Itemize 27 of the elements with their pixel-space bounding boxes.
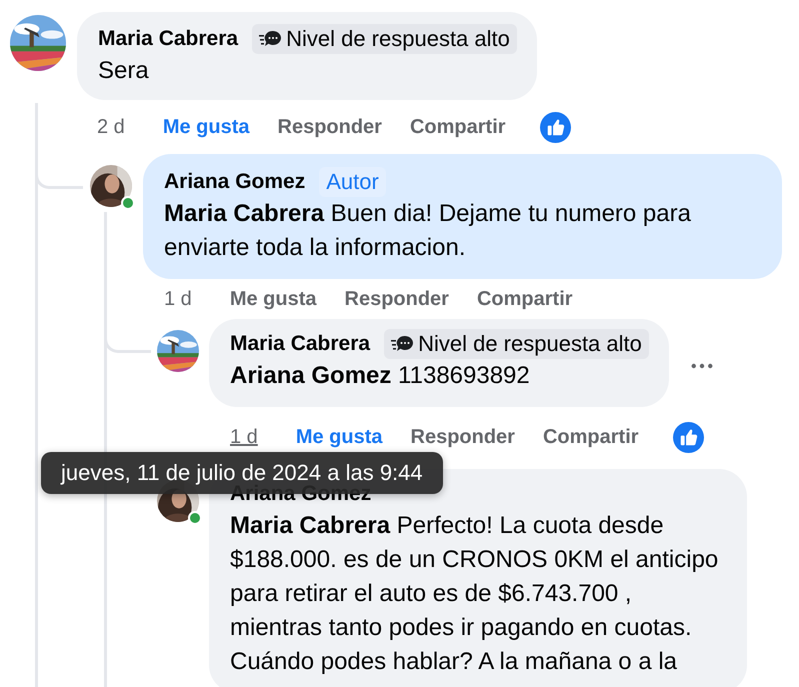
comment-text: Sera <box>98 56 150 86</box>
comment-text: Maria Cabrera Buen dia! Dejame tu numero para enviarte toda la informacion. <box>164 199 692 263</box>
like-link[interactable]: Me gusta <box>296 426 382 448</box>
share-link[interactable]: Compartir <box>476 288 573 310</box>
author-name[interactable]: Ariana Gomez <box>164 170 306 194</box>
speech-bubble-icon <box>391 334 414 352</box>
comment-text: Maria Cabrera Perfecto! La cuota desde $188.000. es de un CRONOS 0KM el anticipo para retirar el auto es de $6.743.700 , mientras tanto podes ir pagando en cuotas. Cuándo podes hablar? A la mañana o a la <box>230 511 720 677</box>
speech-bubble-icon <box>259 30 282 48</box>
timestamp-link[interactable]: 1 d <box>230 426 258 448</box>
author-badge: Autor <box>319 166 386 196</box>
share-link[interactable]: Compartir <box>410 116 506 138</box>
more-options-icon[interactable] <box>690 363 713 369</box>
thumbs-up-icon[interactable] <box>672 422 704 452</box>
share-link[interactable]: Compartir <box>542 426 639 448</box>
reply-link[interactable]: Responder <box>410 426 515 448</box>
timestamp-link[interactable]: 1 d <box>164 288 192 310</box>
timestamp-link[interactable]: 2 d <box>97 116 125 138</box>
reply-link[interactable]: Responder <box>344 288 449 310</box>
like-link[interactable]: Me gusta <box>230 288 316 310</box>
comment-text: Ariana Gomez 1138693892 <box>230 361 531 391</box>
reply-link[interactable]: Responder <box>278 116 382 138</box>
author-name[interactable]: Maria Cabrera <box>230 332 370 356</box>
badge-label: Nivel de respuesta alto <box>286 26 510 52</box>
badge-label: Nivel de respuesta alto <box>418 330 642 356</box>
author-name[interactable]: Maria Cabrera <box>98 26 238 50</box>
thumbs-up-icon[interactable] <box>540 112 571 142</box>
like-link[interactable]: Me gusta <box>162 116 250 138</box>
